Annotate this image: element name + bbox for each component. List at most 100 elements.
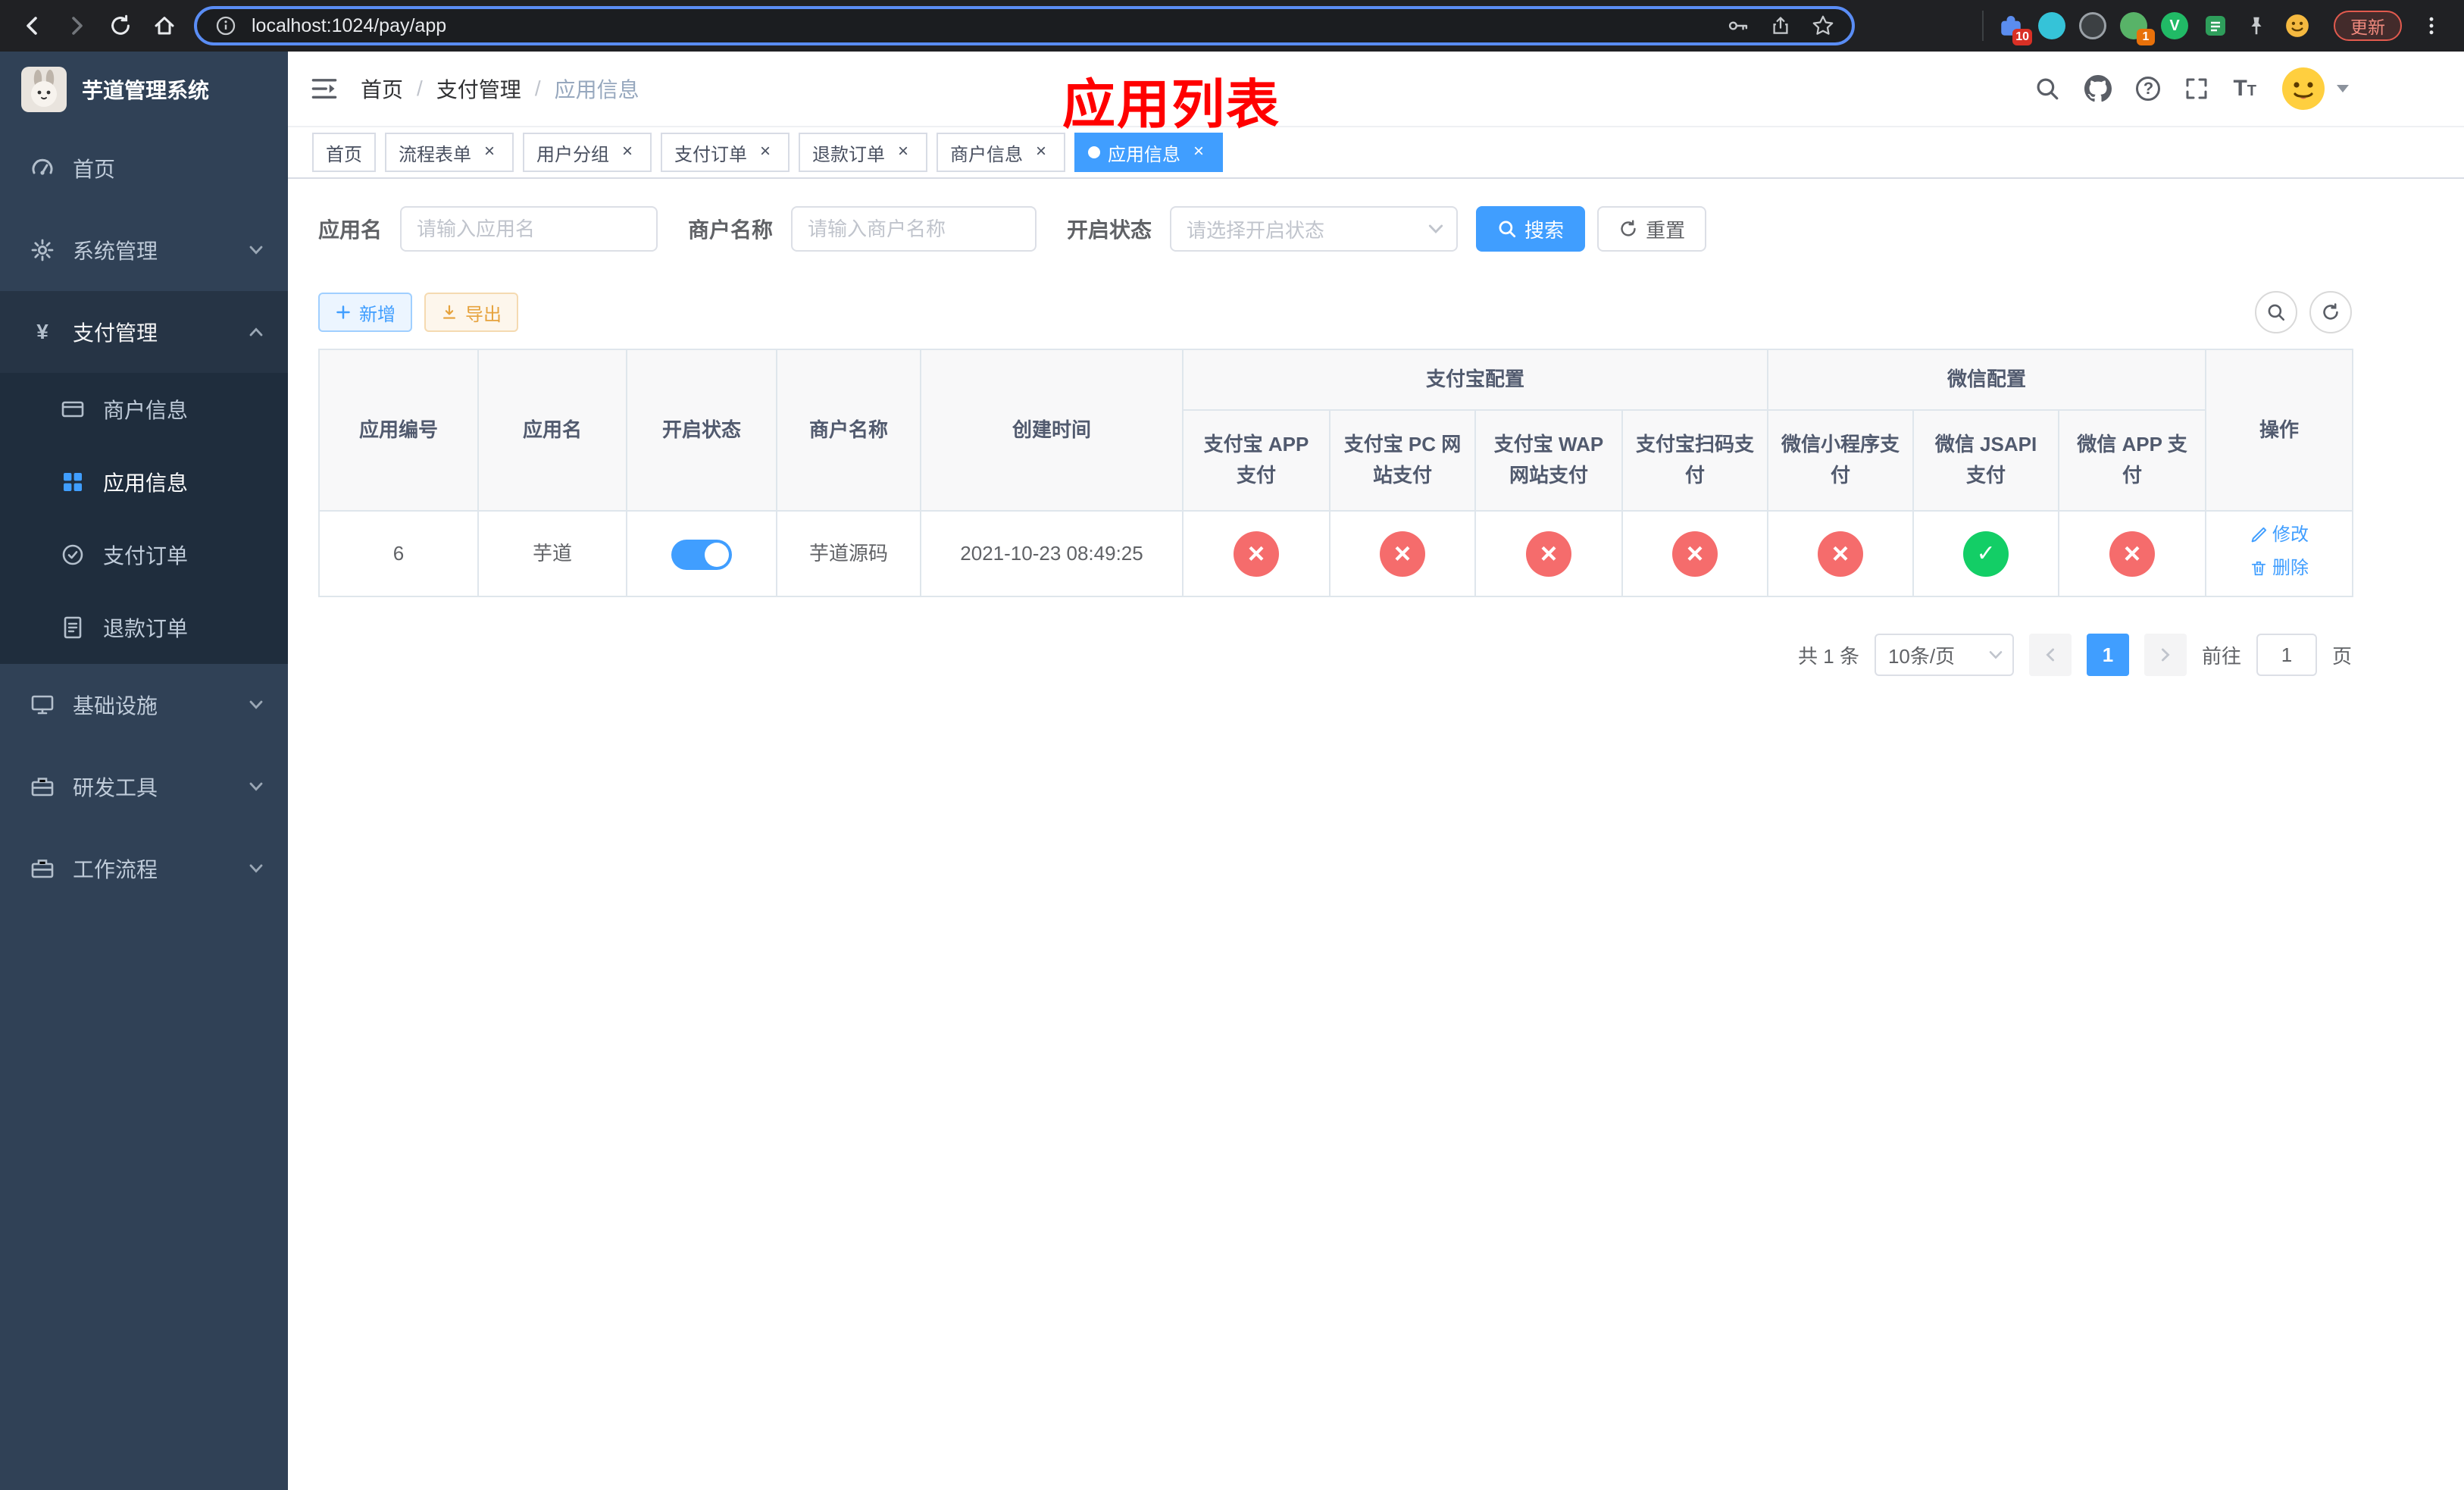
alipay-pc-status-icon	[1380, 531, 1425, 577]
tab-label: 支付订单	[674, 144, 747, 165]
tab-close-icon[interactable]	[893, 142, 914, 163]
sidebar-item-pay-orders[interactable]: 支付订单	[0, 518, 288, 591]
search-icon	[1499, 221, 1516, 238]
extension-pin-icon[interactable]	[2241, 11, 2272, 41]
breadcrumb-home[interactable]: 首页	[361, 74, 403, 104]
extension-drop-icon[interactable]	[2037, 11, 2067, 41]
user-menu[interactable]	[2281, 66, 2349, 111]
browser-home-button[interactable]	[144, 5, 185, 46]
edit-link[interactable]: 修改	[2250, 521, 2309, 549]
sidebar-fold-icon[interactable]	[288, 75, 361, 102]
github-icon[interactable]	[2084, 75, 2112, 102]
extension-vue-icon[interactable]: V	[2159, 11, 2190, 41]
page-size-value: 10条/页	[1887, 644, 1956, 668]
next-page-button[interactable]	[2143, 634, 2187, 677]
tab-close-icon[interactable]	[479, 142, 500, 163]
app-logo[interactable]: 芋道管理系统	[0, 52, 288, 127]
export-button-label: 导出	[465, 304, 502, 325]
fullscreen-icon[interactable]	[2184, 77, 2209, 101]
header-search-icon[interactable]	[2034, 76, 2060, 102]
page-size-select[interactable]: 10条/页	[1874, 634, 2014, 677]
sidebar-item-workflow[interactable]: 工作流程	[0, 828, 288, 909]
extension-notes-icon[interactable]	[2200, 11, 2231, 41]
breadcrumb-payment[interactable]: 支付管理	[436, 74, 521, 104]
chevron-down-icon	[1427, 221, 1444, 237]
tab-home[interactable]: 首页	[312, 133, 376, 172]
sidebar-item-app-info[interactable]: 应用信息	[0, 446, 288, 518]
extension-dark-icon[interactable]	[2078, 11, 2108, 41]
wechat-app-status-icon	[2109, 531, 2156, 577]
tab-label: 流程表单	[399, 144, 471, 165]
grid-icon	[61, 470, 85, 494]
tab-close-icon[interactable]	[1030, 142, 1052, 163]
tab-app-info[interactable]: 应用信息	[1074, 133, 1223, 172]
sidebar-item-home[interactable]: 首页	[0, 127, 288, 209]
export-button[interactable]: 导出	[424, 293, 518, 332]
search-button[interactable]: 搜索	[1476, 206, 1586, 252]
goto-page-input[interactable]	[2256, 634, 2317, 677]
reset-button[interactable]: 重置	[1597, 206, 1707, 252]
address-bar[interactable]: localhost:1024/pay/app	[194, 6, 1855, 45]
browser-refresh-button[interactable]	[100, 5, 141, 46]
sidebar-item-payment[interactable]: ¥ 支付管理	[0, 291, 288, 373]
browser-forward-button[interactable]	[56, 5, 97, 46]
plus-icon	[336, 305, 350, 319]
extension-avatar-icon[interactable]: 1	[2118, 11, 2155, 45]
tab-label: 商户信息	[950, 144, 1023, 165]
add-button[interactable]: 新增	[318, 293, 412, 332]
prev-page-button[interactable]	[2028, 634, 2072, 677]
sidebar-item-refund-orders[interactable]: 退款订单	[0, 591, 288, 664]
breadcrumb-current: 应用信息	[554, 78, 639, 102]
browser-menu-button[interactable]	[2411, 5, 2452, 46]
app-name-input[interactable]	[400, 206, 658, 252]
col-group-wechat: 微信配置	[1767, 349, 2207, 411]
password-key-icon[interactable]	[1721, 9, 1755, 42]
yen-icon: ¥	[36, 320, 48, 343]
chevron-up-icon	[249, 324, 264, 340]
chevron-down-icon	[249, 779, 264, 794]
tab-refund-orders[interactable]: 退款订单	[799, 133, 927, 172]
merchant-name-input[interactable]	[791, 206, 1037, 252]
tab-close-icon[interactable]	[1188, 142, 1209, 163]
page-number-button[interactable]: 1	[2086, 634, 2129, 677]
alipay-wap-status-icon	[1526, 531, 1571, 577]
tab-pay-orders[interactable]: 支付订单	[661, 133, 790, 172]
page: 芋道管理系统 首页 系统管理 ¥ 支付管理 商户信息 应用信息 支付订单 退款订…	[0, 52, 2464, 1490]
sidebar-item-merchant-info[interactable]: 商户信息	[0, 373, 288, 446]
sidebar-item-infrastructure[interactable]: 基础设施	[0, 664, 288, 746]
sidebar-item-label: 应用信息	[103, 471, 189, 495]
status-select[interactable]: 请选择开启状态	[1170, 206, 1459, 252]
tab-merchant-info[interactable]: 商户信息	[937, 133, 1065, 172]
help-icon[interactable]: ?	[2136, 77, 2161, 101]
tab-process-form[interactable]: 流程表单	[385, 133, 514, 172]
site-info-icon[interactable]	[209, 9, 242, 42]
tab-close-icon[interactable]	[617, 142, 638, 163]
delete-link[interactable]: 删除	[2250, 554, 2309, 583]
tab-user-group[interactable]: 用户分组	[523, 133, 652, 172]
browser-update-button[interactable]: 更新	[2334, 11, 2402, 41]
extension-puzzle-icon[interactable]: 10	[1996, 11, 2032, 45]
search-icon	[2268, 304, 2285, 321]
sidebar-item-system[interactable]: 系统管理	[0, 209, 288, 291]
extension-emoji-icon[interactable]	[2282, 11, 2312, 41]
status-toggle[interactable]	[671, 539, 732, 570]
refresh-table-button[interactable]	[2309, 291, 2352, 333]
toggle-search-button[interactable]	[2255, 291, 2297, 333]
back-icon	[27, 17, 37, 35]
tab-close-icon[interactable]	[755, 142, 776, 163]
font-size-icon[interactable]: TT	[2233, 76, 2256, 102]
breadcrumb-separator: /	[417, 77, 423, 100]
browser-back-button[interactable]	[12, 5, 53, 46]
extension-badge: 10	[2012, 29, 2032, 45]
share-icon[interactable]	[1764, 9, 1797, 42]
bookmark-star-icon[interactable]	[1806, 9, 1840, 42]
sidebar-item-dev-tools[interactable]: 研发工具	[0, 746, 288, 828]
sidebar-item-label: 支付管理	[73, 321, 158, 345]
col-group-alipay: 支付宝配置	[1181, 349, 1769, 411]
trash-icon	[2251, 561, 2266, 575]
cell-app-id: 6	[318, 509, 479, 598]
col-alipay-wap: 支付宝 WAP 网站支付	[1474, 408, 1623, 512]
col-created: 创建时间	[920, 348, 1184, 512]
table-row: 6 芋道 芋道源码 2021-10-23 08:49:25 × × × × × …	[318, 509, 2354, 598]
home-icon	[155, 17, 174, 35]
